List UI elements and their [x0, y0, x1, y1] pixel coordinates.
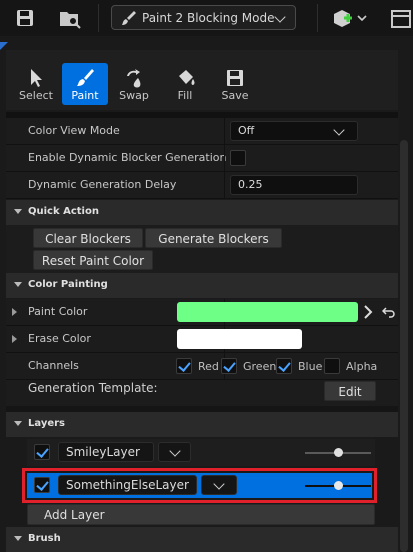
- color-picker-arrow-icon[interactable]: [364, 305, 374, 322]
- red-channel-label: Red: [198, 360, 219, 373]
- layer-row-selected[interactable]: SomethingElseLayer: [27, 473, 372, 498]
- brush-header[interactable]: Brush: [6, 527, 398, 552]
- channels-row: Channels Red Green Blue Alpha: [6, 353, 398, 380]
- row-divider: [224, 145, 225, 171]
- brush-title: Brush: [28, 533, 61, 544]
- alpha-channel-checkbox[interactable]: [324, 358, 340, 374]
- slider-handle[interactable]: [334, 481, 343, 490]
- swap-tool-label: Swap: [119, 89, 149, 102]
- tool-strip: Select Paint Swap Fill Save: [6, 50, 398, 110]
- color-painting-title: Color Painting: [28, 279, 108, 290]
- brush-mode-icon: [121, 10, 137, 29]
- generate-blockers-button[interactable]: Generate Blockers: [145, 228, 282, 248]
- row-divider: [224, 118, 225, 144]
- cursor-icon: [31, 69, 42, 87]
- dynamic-delay-row: Dynamic Generation Delay 0.25: [6, 172, 398, 199]
- layer-row[interactable]: SmileyLayer: [27, 439, 375, 466]
- color-view-mode-select[interactable]: Off: [230, 121, 358, 141]
- add-layer-button[interactable]: Add Layer: [27, 504, 375, 525]
- chevron-down-icon: [169, 445, 181, 457]
- brush-icon: [77, 69, 94, 86]
- expand-arrow-icon[interactable]: [12, 308, 17, 316]
- collapse-triangle-icon: [14, 209, 22, 214]
- color-view-mode-label: Color View Mode: [28, 124, 120, 137]
- more-icon[interactable]: [390, 8, 413, 28]
- save-icon: [227, 70, 243, 86]
- browse-icon[interactable]: [58, 8, 81, 29]
- layer-name-field[interactable]: SomethingElseLayer: [58, 475, 197, 495]
- reset-to-default-icon[interactable]: [381, 305, 396, 322]
- toolbar-separator: [317, 4, 318, 32]
- scrollbar[interactable]: [400, 140, 408, 552]
- panel-corner-marker: [0, 42, 8, 50]
- blue-channel-checkbox[interactable]: [276, 358, 292, 374]
- chevron-down-icon: [333, 124, 345, 136]
- erase-color-label: Erase Color: [28, 332, 91, 345]
- collapse-triangle-icon: [14, 421, 22, 426]
- green-channel-label: Green: [243, 360, 277, 373]
- mode-label: Paint 2 Blocking Mode: [142, 11, 275, 25]
- save-tool-label: Save: [221, 89, 249, 102]
- erase-color-swatch[interactable]: [177, 329, 302, 349]
- layers-title: Layers: [28, 418, 65, 429]
- layer-visible-checkbox[interactable]: [34, 477, 50, 493]
- add-actor-icon[interactable]: [333, 8, 369, 28]
- swap-icon: [127, 69, 141, 88]
- layer-options-dropdown[interactable]: [158, 442, 191, 462]
- layer-name: SmileyLayer: [66, 445, 140, 459]
- edit-button[interactable]: Edit: [324, 381, 376, 401]
- save-icon[interactable]: [15, 8, 37, 28]
- generation-template-label: Generation Template:: [28, 381, 158, 395]
- dynamic-blocker-checkbox[interactable]: [230, 150, 246, 166]
- top-toolbar: Paint 2 Blocking Mode: [0, 0, 413, 36]
- mode-dropdown[interactable]: Paint 2 Blocking Mode: [111, 5, 296, 30]
- dynamic-delay-label: Dynamic Generation Delay: [28, 178, 177, 191]
- paint-color-swatch[interactable]: [177, 302, 358, 322]
- generation-template-row: Generation Template: Edit: [6, 380, 398, 406]
- layer-options-dropdown[interactable]: [201, 475, 237, 495]
- swap-tool-button[interactable]: Swap: [111, 63, 157, 105]
- select-tool-button[interactable]: Select: [13, 63, 59, 105]
- erase-color-row: Erase Color: [6, 326, 398, 353]
- save-tool-button[interactable]: Save: [212, 63, 258, 105]
- layer-name: SomethingElseLayer: [66, 478, 189, 492]
- paint-tool-label: Paint: [71, 89, 99, 102]
- chevron-down-icon: [213, 478, 225, 490]
- dynamic-blocker-label: Enable Dynamic Blocker Generation: [28, 151, 227, 164]
- quick-action-header[interactable]: Quick Action: [6, 200, 398, 225]
- collapse-triangle-icon: [14, 536, 22, 541]
- layer-opacity-slider[interactable]: [305, 481, 371, 490]
- alpha-channel-label: Alpha: [346, 360, 378, 373]
- channels-label: Channels: [28, 359, 79, 372]
- dynamic-delay-input[interactable]: 0.25: [230, 175, 358, 195]
- slider-handle[interactable]: [334, 448, 343, 457]
- green-channel-checkbox[interactable]: [221, 358, 237, 374]
- dynamic-delay-value: 0.25: [238, 178, 263, 191]
- fill-tool-button[interactable]: Fill: [162, 63, 208, 105]
- select-tool-label: Select: [19, 89, 53, 102]
- quick-action-title: Quick Action: [28, 206, 99, 217]
- reset-paint-color-button[interactable]: Reset Paint Color: [33, 250, 153, 270]
- red-channel-checkbox[interactable]: [176, 358, 192, 374]
- toolbar-separator: [98, 4, 99, 32]
- layer-opacity-slider[interactable]: [305, 448, 371, 457]
- layer-visible-checkbox[interactable]: [34, 444, 50, 460]
- dynamic-blocker-row: Enable Dynamic Blocker Generation: [6, 145, 398, 172]
- paint-color-label: Paint Color: [28, 305, 88, 318]
- paint-tool-button[interactable]: Paint: [62, 63, 108, 105]
- fill-bucket-icon: [179, 70, 195, 85]
- expand-arrow-icon[interactable]: [12, 335, 17, 343]
- row-divider: [224, 172, 225, 198]
- layers-header[interactable]: Layers: [6, 412, 398, 437]
- chevron-down-icon: [274, 11, 286, 23]
- color-view-mode-value: Off: [238, 124, 255, 137]
- fill-tool-label: Fill: [177, 89, 193, 102]
- layer-name-field[interactable]: SmileyLayer: [58, 442, 154, 462]
- clear-blockers-button[interactable]: Clear Blockers: [33, 228, 143, 248]
- color-painting-header[interactable]: Color Painting: [6, 273, 398, 298]
- paint-color-row: Paint Color: [6, 299, 398, 326]
- collapse-triangle-icon: [14, 282, 22, 287]
- color-view-mode-row: Color View Mode Off: [6, 118, 398, 145]
- blue-channel-label: Blue: [298, 360, 323, 373]
